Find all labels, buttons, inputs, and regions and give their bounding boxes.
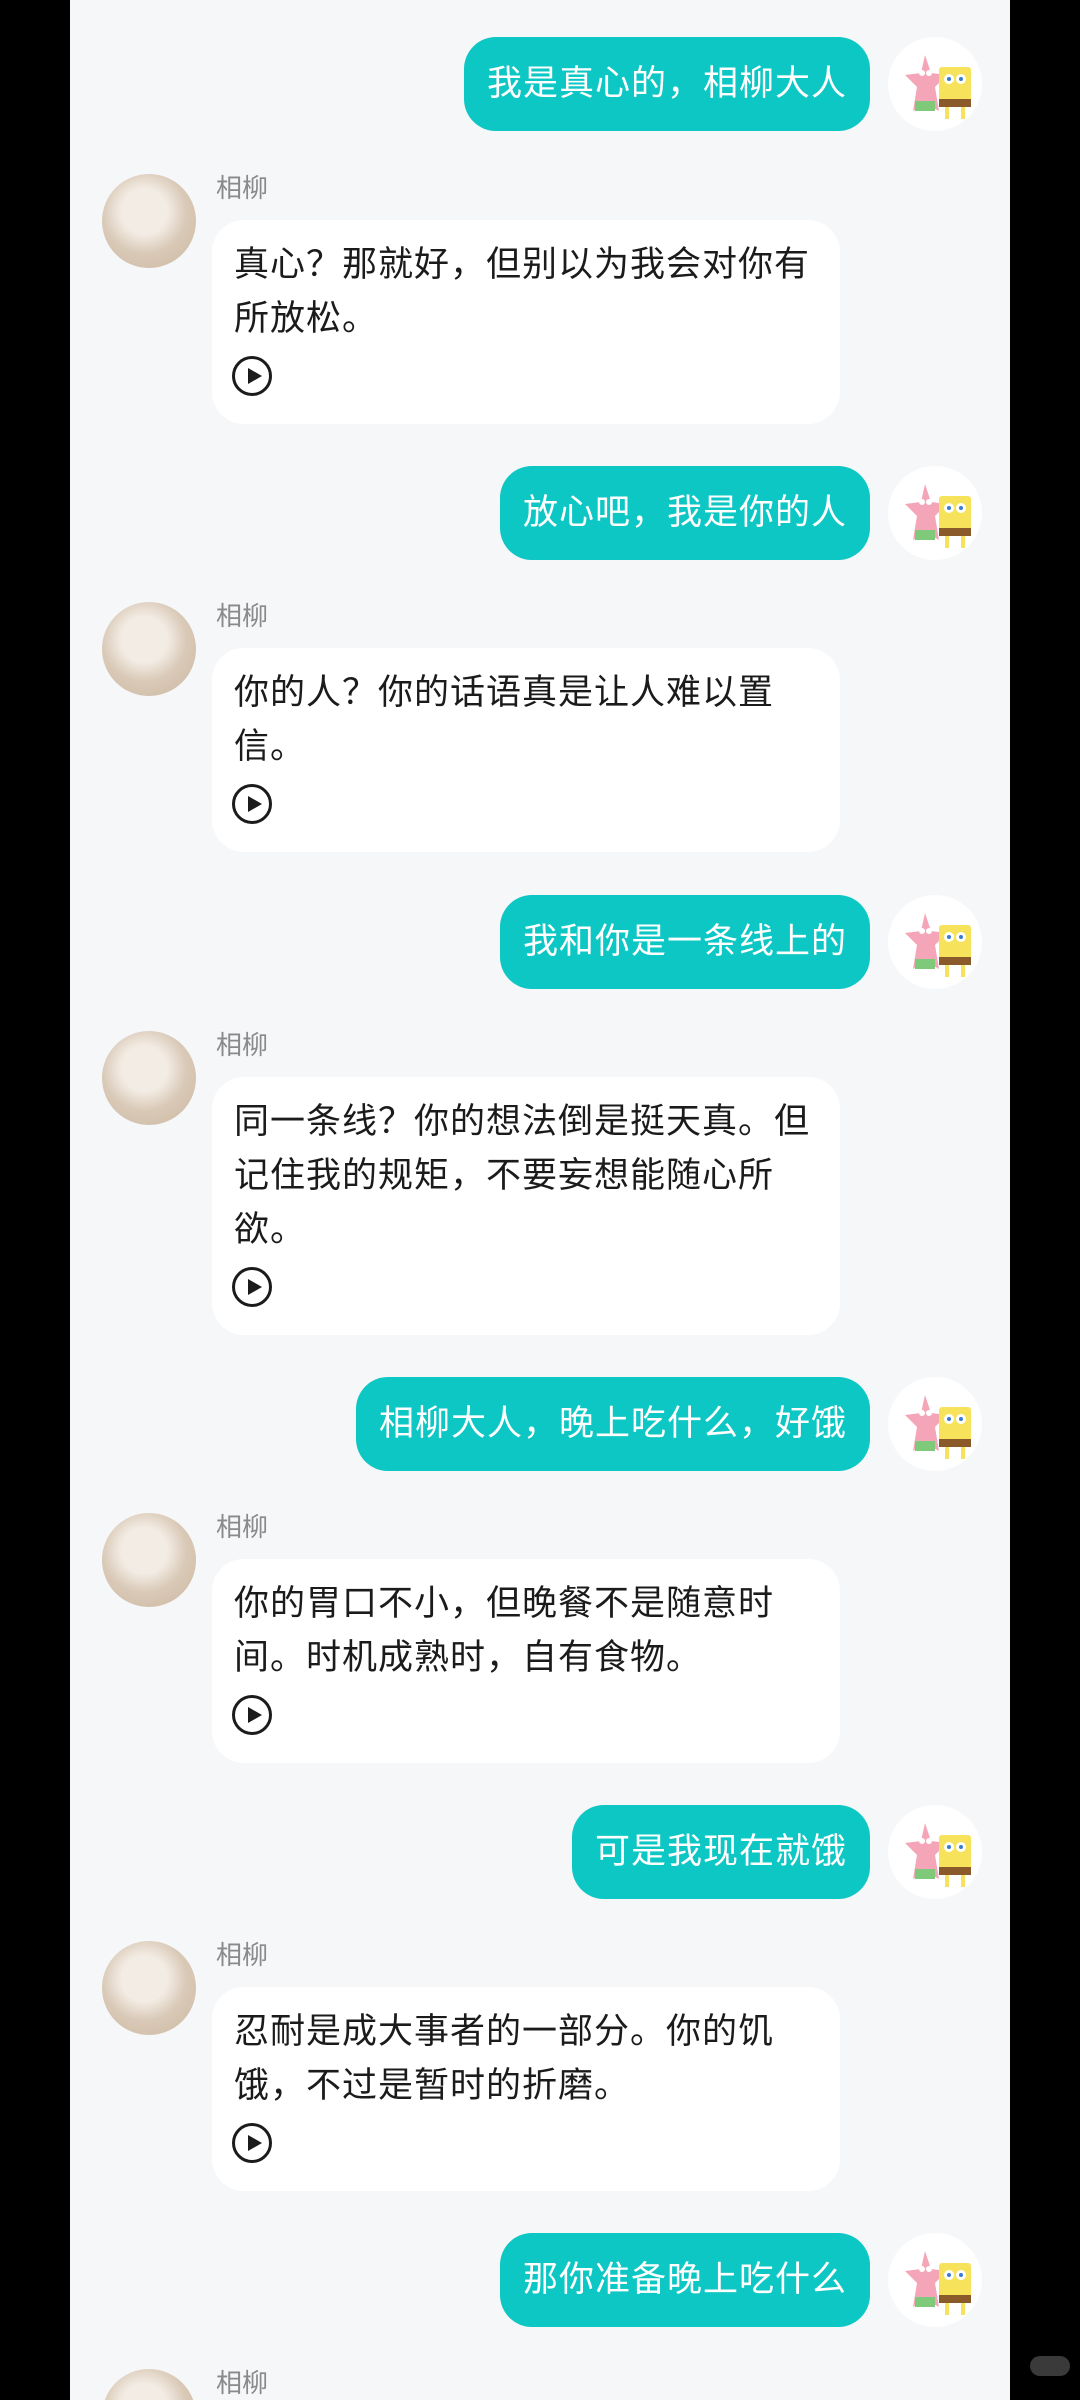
ai-avatar[interactable] [102, 1513, 196, 1607]
play-circle-icon[interactable] [232, 356, 272, 396]
ai-message-bubble[interactable]: 忍耐是成大事者的一部分。你的饥饿，不过是暂时的折磨。 [212, 1987, 840, 2191]
ai-message-bubble[interactable]: 你的人？你的话语真是让人难以置信。 [212, 648, 840, 852]
ai-name: 相柳 [216, 1513, 269, 1543]
user-message-bubble[interactable]: 相柳大人，晚上吃什么，好饿 [355, 1377, 870, 1471]
cartoon-avatar-icon [905, 2251, 971, 2315]
ai-avatar[interactable] [102, 1031, 196, 1125]
user-message-bubble[interactable]: 我是真心的，相柳大人 [463, 37, 870, 131]
ai-name: 相柳 [216, 1941, 269, 1971]
play-circle-icon[interactable] [232, 1695, 272, 1735]
cartoon-avatar-icon [905, 484, 971, 548]
user-avatar[interactable] [888, 37, 982, 131]
user-avatar[interactable] [888, 2233, 982, 2327]
play-circle-icon[interactable] [232, 784, 272, 824]
ai-message-bubble[interactable]: 你的胃口不小，但晚餐不是随意时间。时机成熟时，自有食物。 [212, 1559, 840, 1763]
watermark-badge [1030, 2356, 1070, 2376]
user-message-bubble[interactable]: 我和你是一条线上的 [499, 895, 870, 989]
user-avatar[interactable] [888, 895, 982, 989]
ai-name: 相柳 [216, 2369, 269, 2399]
ai-message-text: 真心？那就好，但别以为我会对你有所放松。 [234, 245, 811, 339]
user-message-bubble[interactable]: 放心吧，我是你的人 [499, 466, 870, 560]
ai-message-text: 你的胃口不小，但晚餐不是随意时间。时机成熟时，自有食物。 [234, 1584, 775, 1678]
ai-avatar[interactable] [102, 174, 196, 268]
cartoon-avatar-icon [905, 913, 971, 977]
ai-message-text: 你的人？你的话语真是让人难以置信。 [234, 673, 775, 767]
cartoon-avatar-icon [905, 1823, 971, 1887]
ai-message-text: 同一条线？你的想法倒是挺天真。但记住我的规矩，不要妄想能随心所欲。 [234, 1102, 811, 1250]
user-avatar[interactable] [888, 1377, 982, 1471]
ai-avatar[interactable] [102, 602, 196, 696]
ai-name: 相柳 [216, 174, 269, 204]
cartoon-avatar-icon [905, 55, 971, 119]
play-circle-icon[interactable] [232, 2123, 272, 2163]
user-avatar[interactable] [888, 466, 982, 560]
user-message-bubble[interactable]: 那你准备晚上吃什么 [499, 2233, 870, 2327]
ai-name: 相柳 [216, 1031, 269, 1061]
ai-name: 相柳 [216, 602, 269, 632]
ai-message-bubble[interactable]: 同一条线？你的想法倒是挺天真。但记住我的规矩，不要妄想能随心所欲。 [212, 1077, 840, 1335]
play-circle-icon[interactable] [232, 1267, 272, 1307]
user-avatar[interactable] [888, 1805, 982, 1899]
ai-avatar[interactable] [102, 2369, 196, 2400]
chat-screen: 我是真心的，相柳大人 相柳 真心？那就好，但别以为我会对你有所放松。 放心吧，我… [70, 0, 1010, 2400]
ai-message-text: 忍耐是成大事者的一部分。你的饥饿，不过是暂时的折磨。 [234, 2012, 775, 2106]
user-message-bubble[interactable]: 可是我现在就饿 [571, 1805, 870, 1899]
ai-message-bubble[interactable]: 真心？那就好，但别以为我会对你有所放松。 [212, 220, 840, 424]
ai-avatar[interactable] [102, 1941, 196, 2035]
cartoon-avatar-icon [905, 1395, 971, 1459]
